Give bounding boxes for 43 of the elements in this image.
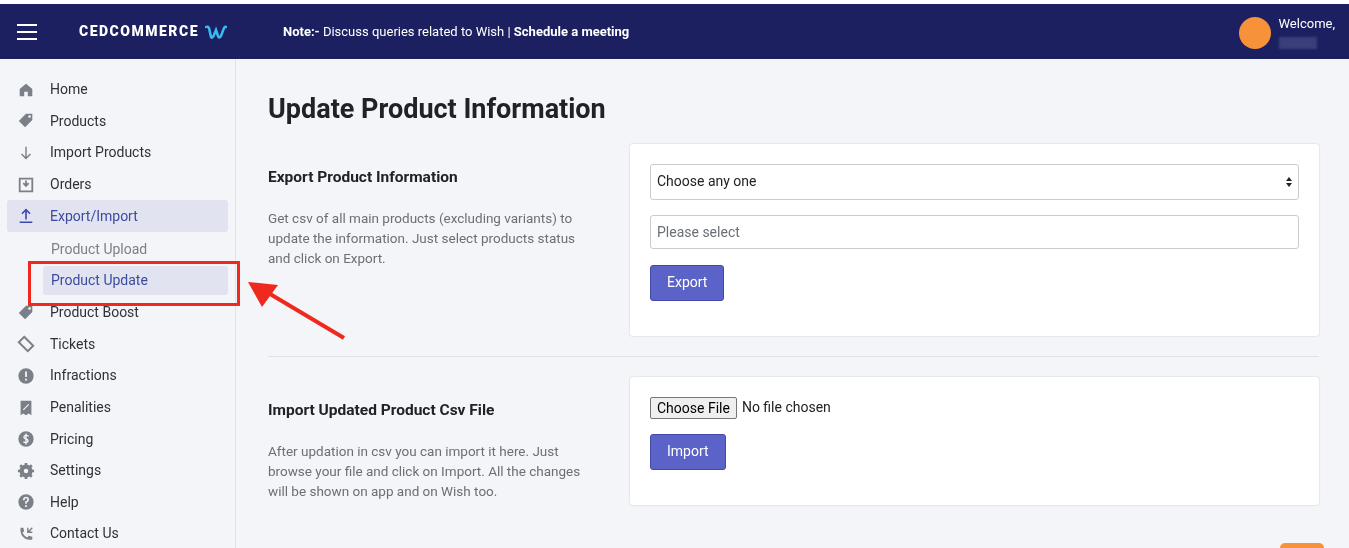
sidebar-item[interactable]: Penalities	[7, 391, 228, 424]
sort-caret-icon	[1286, 176, 1292, 187]
dollar-icon	[17, 430, 35, 449]
redacted-name	[1278, 37, 1317, 50]
tag-icon	[17, 303, 35, 322]
sidebar-item[interactable]: Settings	[7, 454, 228, 487]
logo-mark-icon	[204, 23, 227, 40]
sidebar-item[interactable]: Import Products	[7, 137, 228, 169]
products-field[interactable]: Please select	[650, 214, 1299, 249]
download-tray-icon	[17, 175, 35, 194]
sidebar-item[interactable]: Tickets	[7, 328, 228, 361]
sidebar-item[interactable]: Product Boost	[7, 296, 228, 329]
ticket-icon	[17, 335, 35, 354]
section-heading: Import Updated Product Csv File	[268, 399, 496, 421]
menu-icon[interactable]	[17, 23, 37, 40]
welcome-text: Welcome,	[1278, 14, 1335, 33]
schedule-meeting-link[interactable]: Schedule a meeting	[513, 23, 630, 39]
help-icon	[17, 493, 35, 512]
avatar[interactable]	[1238, 16, 1271, 49]
sidebar-item[interactable]: Help	[7, 486, 228, 519]
sidebar-item[interactable]: Orders	[7, 168, 228, 201]
sidebar-item[interactable]: Home	[7, 74, 228, 106]
import-button[interactable]: Import	[650, 433, 726, 470]
section-description: After updation in csv you can import it here. Just browse your file and click on Import. All the changes will be shown on app and on Wish too.	[268, 441, 582, 501]
note-text: Note:- Discuss queries related to Wish | Schedule a meeting	[282, 22, 630, 41]
upload-icon	[17, 207, 35, 226]
sidebar-subitem[interactable]: Product Upload	[43, 234, 228, 264]
section-description: Get csv of all main products (excluding variants) to update the information. Just select products status and click on Export.	[268, 208, 577, 268]
section-heading: Export Product Information	[268, 166, 459, 188]
logo-text: CEDCOMMERCE	[79, 22, 199, 41]
sidebar-item[interactable]: Products	[7, 105, 228, 138]
file-status-text: No file chosen	[741, 398, 831, 417]
sidebar-item[interactable]: Contact Us	[7, 518, 228, 548]
sidebar-item[interactable]: Infractions	[7, 360, 228, 392]
settings-icon	[17, 461, 35, 480]
sidebar-subitem[interactable]: Product Update	[43, 265, 228, 295]
export-button[interactable]: Export	[650, 264, 725, 301]
exclamation-icon	[17, 366, 35, 385]
status-dropdown[interactable]: Choose any one	[650, 163, 1299, 200]
choose-file-button[interactable]: Choose File	[650, 396, 737, 419]
page-title: Update Product Information	[268, 92, 607, 127]
sidebar-item[interactable]: Pricing	[7, 423, 228, 455]
sidebar-item[interactable]: Export/Import	[7, 200, 228, 232]
